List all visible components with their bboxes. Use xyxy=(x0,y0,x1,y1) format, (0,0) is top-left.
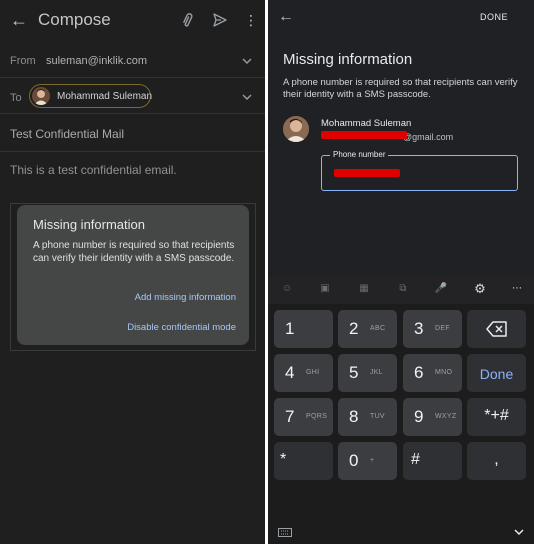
backspace-key[interactable] xyxy=(467,310,526,348)
redaction-mark xyxy=(321,131,407,139)
back-arrow-icon[interactable]: ← xyxy=(278,8,294,26)
attachment-icon[interactable] xyxy=(180,12,196,28)
chevron-down-icon[interactable] xyxy=(241,55,253,67)
key-label: 1 xyxy=(285,319,295,338)
key-letters: WXYZ xyxy=(435,413,457,420)
done-key[interactable]: Done xyxy=(467,354,526,392)
add-missing-info-button[interactable]: Add missing information xyxy=(135,292,236,303)
avatar xyxy=(32,87,50,105)
key-label: * xyxy=(280,451,287,468)
missing-info-screen: ← DONE Missing information A phone numbe… xyxy=(268,0,534,544)
key-label: 6 xyxy=(414,363,424,382)
email-domain: @gmail.com xyxy=(403,132,454,142)
key-8[interactable]: 8 TUV xyxy=(338,398,397,436)
redaction-mark xyxy=(334,169,400,177)
page-title: Missing information xyxy=(283,51,413,68)
key-label: *+# xyxy=(484,407,509,424)
from-label: From xyxy=(10,55,36,67)
subject-field[interactable]: Test Confidential Mail xyxy=(10,127,124,141)
key-letters: DEF xyxy=(435,325,450,332)
recipient-name: Mohammad Suleman xyxy=(321,118,412,129)
avatar xyxy=(283,116,309,142)
key-letters: + xyxy=(370,457,375,464)
emoji-icon[interactable]: ☺ xyxy=(280,282,294,296)
key-label: 9 xyxy=(414,407,424,426)
key-label: 4 xyxy=(285,363,295,382)
key-letters: MNO xyxy=(435,369,453,376)
keyboard-toolbar: ☺ ▣ ▦ ⧉ 🎤 ⚙ ⋯ xyxy=(268,276,534,304)
hide-keyboard-icon[interactable] xyxy=(514,528,524,536)
back-arrow-icon[interactable]: ← xyxy=(10,10,28,30)
to-label: To xyxy=(10,92,22,104)
key-label: 2 xyxy=(349,319,359,338)
compose-toolbar: ← Compose ⋮ xyxy=(0,0,265,42)
compose-screen: ← Compose ⋮ From suleman@inklik.com To M… xyxy=(0,0,265,544)
key-label: # xyxy=(411,451,420,468)
missing-info-dialog: Missing information A phone number is re… xyxy=(17,205,249,345)
disable-confidential-mode-button[interactable]: Disable confidential mode xyxy=(127,322,236,333)
key-letters: TUV xyxy=(370,413,385,420)
key-label: Done xyxy=(479,366,514,382)
body-field[interactable]: This is a test confidential email. xyxy=(10,163,177,177)
key-7[interactable]: 7 PQRS xyxy=(274,398,333,436)
symbols-key[interactable]: *+# xyxy=(467,398,526,436)
key-9[interactable]: 9 WXYZ xyxy=(403,398,462,436)
dialog-title: Missing information xyxy=(33,217,145,232)
key-2[interactable]: 2 ABC xyxy=(338,310,397,348)
clipboard-icon[interactable]: ⧉ xyxy=(396,282,410,296)
phone-field-label: Phone number xyxy=(330,150,389,159)
key-label: , xyxy=(494,451,499,468)
key-5[interactable]: 5 JKL xyxy=(338,354,397,392)
key-6[interactable]: 6 MNO xyxy=(403,354,462,392)
compose-title: Compose xyxy=(38,10,111,29)
hash-key[interactable]: # xyxy=(403,442,462,480)
backspace-icon xyxy=(486,321,507,337)
dialog-message: A phone number is required so that recip… xyxy=(33,240,235,264)
send-icon[interactable] xyxy=(212,12,228,28)
microphone-icon[interactable]: 🎤 xyxy=(434,282,448,296)
key-4[interactable]: 4 GHI xyxy=(274,354,333,392)
from-value: suleman@inklik.com xyxy=(46,55,148,67)
more-icon[interactable]: ⋯ xyxy=(510,282,524,296)
recipient-chip[interactable]: Mohammad Suleman xyxy=(29,84,153,108)
gif-icon[interactable]: ▦ xyxy=(357,282,371,296)
numeric-keyboard: ☺ ▣ ▦ ⧉ 🎤 ⚙ ⋯ 1 2 ABC 3 DEF 4 GHI 5 JKL … xyxy=(268,276,534,544)
star-key[interactable]: * xyxy=(274,442,333,480)
done-button[interactable]: DONE xyxy=(480,12,508,22)
sticker-icon[interactable]: ▣ xyxy=(318,282,332,296)
key-label: 7 xyxy=(285,407,295,426)
key-letters: ABC xyxy=(370,325,386,332)
key-label: 3 xyxy=(414,319,424,338)
key-1[interactable]: 1 xyxy=(274,310,333,348)
more-options-icon[interactable]: ⋮ xyxy=(244,11,258,29)
from-row[interactable]: From suleman@inklik.com xyxy=(0,42,265,78)
key-letters: GHI xyxy=(306,369,320,376)
chevron-down-icon[interactable] xyxy=(241,91,253,103)
key-label: 0 xyxy=(349,451,359,470)
key-letters: PQRS xyxy=(306,413,328,420)
key-0[interactable]: 0 + xyxy=(338,442,397,480)
key-3[interactable]: 3 DEF xyxy=(403,310,462,348)
comma-key[interactable]: , xyxy=(467,442,526,480)
settings-gear-icon[interactable]: ⚙ xyxy=(473,282,487,296)
keyboard-switch-icon[interactable] xyxy=(278,528,292,537)
key-label: 5 xyxy=(349,363,359,382)
phone-number-field[interactable]: Phone number xyxy=(321,150,518,191)
recipient-name: Mohammad Suleman xyxy=(57,91,153,102)
info-message: A phone number is required so that recip… xyxy=(283,77,518,100)
key-letters: JKL xyxy=(370,369,383,376)
key-label: 8 xyxy=(349,407,359,426)
